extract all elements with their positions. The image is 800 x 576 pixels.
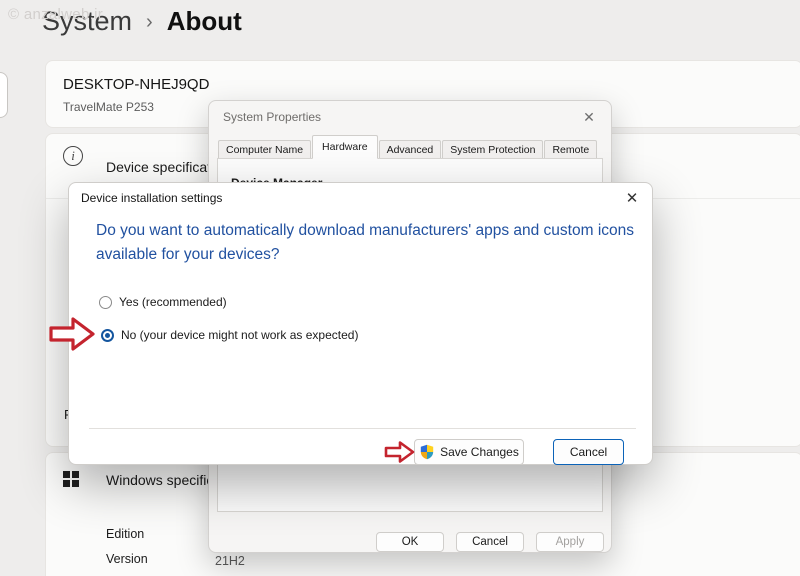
question-line-1: Do you want to automatically download ma… bbox=[96, 222, 634, 239]
radio-yes-icon[interactable] bbox=[99, 296, 112, 309]
version-value: 21H2 bbox=[215, 554, 245, 568]
ok-button[interactable]: OK bbox=[376, 532, 444, 552]
radio-no-label: No (your device might not work as expect… bbox=[121, 328, 358, 342]
info-icon: i bbox=[63, 146, 83, 166]
device-installation-title: Device installation settings bbox=[81, 191, 222, 205]
tab-computer-name[interactable]: Computer Name bbox=[218, 140, 311, 159]
tab-advanced[interactable]: Advanced bbox=[379, 140, 442, 159]
watermark: © anzalweb.ir bbox=[8, 6, 103, 23]
close-icon[interactable]: ✕ bbox=[579, 107, 599, 127]
radio-option-no[interactable]: No (your device might not work as expect… bbox=[101, 328, 358, 342]
red-arrow-no-option bbox=[48, 316, 96, 352]
background-window-edge bbox=[0, 72, 8, 118]
system-properties-tabstrip: Computer Name Hardware Advanced System P… bbox=[218, 135, 598, 159]
radio-yes-label: Yes (recommended) bbox=[119, 295, 227, 309]
question-text: Do you want to automatically download ma… bbox=[96, 219, 634, 267]
page-title: About bbox=[167, 6, 242, 37]
question-line-2: available for your devices? bbox=[96, 246, 280, 263]
apply-button: Apply bbox=[536, 532, 604, 552]
tab-remote[interactable]: Remote bbox=[544, 140, 597, 159]
dialog-separator bbox=[89, 428, 636, 429]
radio-option-yes[interactable]: Yes (recommended) bbox=[99, 295, 227, 309]
edition-label: Edition bbox=[106, 527, 144, 541]
sysprops-cancel-button[interactable]: Cancel bbox=[456, 532, 524, 552]
windows-logo-icon bbox=[63, 471, 79, 487]
device-model: TravelMate P253 bbox=[63, 100, 154, 114]
tab-hardware[interactable]: Hardware bbox=[312, 135, 378, 159]
cancel-button[interactable]: Cancel bbox=[553, 439, 624, 465]
device-name: DESKTOP-NHEJ9QD bbox=[63, 76, 209, 93]
save-changes-label: Save Changes bbox=[440, 445, 519, 459]
red-arrow-save-changes bbox=[384, 440, 415, 464]
breadcrumb-chevron-icon: › bbox=[146, 11, 153, 34]
system-properties-title: System Properties bbox=[223, 110, 321, 124]
tab-system-protection[interactable]: System Protection bbox=[442, 140, 543, 159]
radio-no-icon[interactable] bbox=[101, 329, 114, 342]
device-installation-dialog: Device installation settings ✕ Do you wa… bbox=[68, 182, 653, 465]
close-icon[interactable]: ✕ bbox=[620, 187, 644, 211]
save-changes-button[interactable]: Save Changes bbox=[414, 439, 524, 465]
version-label: Version bbox=[106, 552, 148, 566]
uac-shield-icon bbox=[419, 444, 435, 460]
